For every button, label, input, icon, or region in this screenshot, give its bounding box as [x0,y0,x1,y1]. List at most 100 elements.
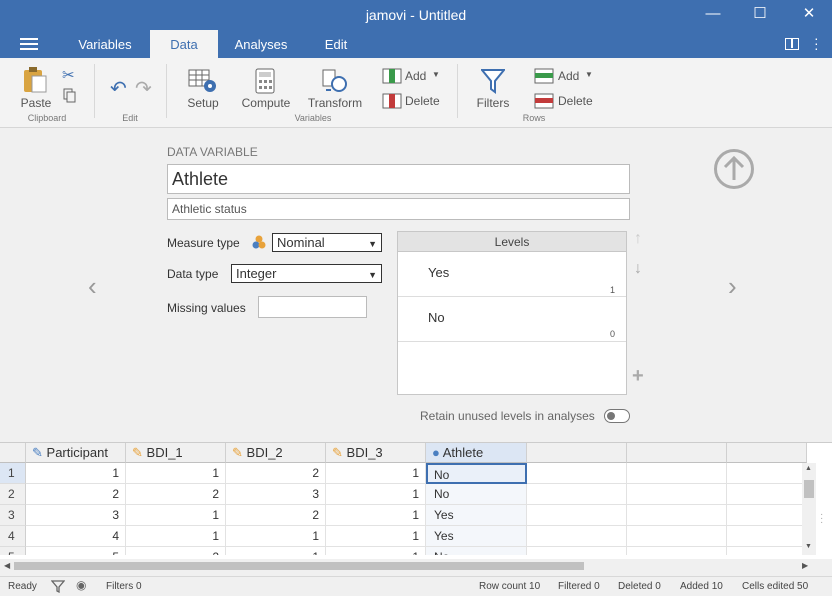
horizontal-scrollbar[interactable]: ◀ ▶ [0,559,816,573]
transform-button[interactable]: Transform [304,68,366,112]
table-cell[interactable]: 2 [226,505,326,526]
variable-description-input[interactable] [167,198,630,220]
table-cell[interactable]: No [426,484,527,505]
table-cell-selected[interactable]: No [426,463,527,484]
column-header-empty[interactable] [627,443,727,463]
maximize-button[interactable]: ☐ [737,0,783,30]
table-cell[interactable] [727,505,807,526]
missing-values-input[interactable] [258,296,367,318]
table-cell[interactable]: 5 [26,547,126,555]
scroll-right-icon[interactable]: ▶ [802,561,808,570]
scroll-left-icon[interactable]: ◀ [4,561,10,570]
table-cell[interactable] [627,547,727,555]
table-cell[interactable] [527,547,627,555]
table-cell[interactable]: 2 [126,484,226,505]
table-cell[interactable]: 2 [126,547,226,555]
table-cell[interactable] [627,526,727,547]
table-row[interactable]: 4 4 1 1 1 Yes [0,526,807,547]
table-cell[interactable]: 1 [326,463,426,484]
column-header-athlete[interactable]: ● Athlete [426,443,527,463]
add-variable-button[interactable]: Add ▼ [380,68,444,86]
table-row[interactable]: 5 5 2 1 1 No [0,547,807,555]
table-cell[interactable]: 1 [226,547,326,555]
table-cell[interactable]: 1 [326,547,426,555]
table-row[interactable]: 1 1 1 2 1 No [0,463,807,484]
table-cell[interactable] [627,463,727,484]
column-header-empty[interactable] [527,443,627,463]
add-row-button[interactable]: Add ▼ [534,68,598,86]
next-variable-icon[interactable]: › [728,271,737,302]
table-cell[interactable]: 1 [326,505,426,526]
table-row[interactable]: 3 3 1 2 1 Yes [0,505,807,526]
level-item[interactable]: Yes 1 [398,253,626,297]
cut-icon[interactable]: ✂ [62,66,75,84]
filters-button[interactable]: Filters [470,68,516,112]
table-cell[interactable]: 1 [126,505,226,526]
scrollbar-thumb[interactable] [14,562,584,570]
table-cell[interactable]: 1 [26,463,126,484]
table-cell[interactable]: 1 [126,526,226,547]
copy-icon[interactable] [63,88,77,103]
table-cell[interactable]: 1 [226,526,326,547]
table-cell[interactable]: 4 [26,526,126,547]
tab-variables[interactable]: Variables [66,30,144,58]
table-cell[interactable]: 1 [326,484,426,505]
hamburger-menu-icon[interactable] [20,38,38,50]
layout-toggle-icon[interactable] [785,38,799,50]
scroll-down-icon[interactable]: ▼ [805,543,812,550]
table-cell[interactable] [727,547,807,555]
tab-analyses[interactable]: Analyses [226,30,296,58]
column-header-bdi-1[interactable]: ✎ BDI_1 [126,443,226,463]
paste-button[interactable]: Paste [14,66,58,112]
table-cell[interactable]: No [426,547,527,555]
compute-button[interactable]: Compute [238,68,294,112]
table-cell[interactable] [627,505,727,526]
variable-name-input[interactable] [167,164,630,194]
undo-icon[interactable]: ↶ [110,76,127,101]
table-cell[interactable]: 2 [226,463,326,484]
move-level-down-icon[interactable]: ↓ [634,260,642,278]
column-header-bdi-3[interactable]: ✎ BDI_3 [326,443,426,463]
column-header-participant[interactable]: ✎ Participant [26,443,126,463]
table-cell[interactable] [527,484,627,505]
table-cell[interactable]: Yes [426,505,527,526]
row-number[interactable]: 3 [0,505,26,526]
table-cell[interactable] [527,463,627,484]
table-cell[interactable]: 3 [26,505,126,526]
move-level-up-icon[interactable]: ↑ [634,230,642,248]
resize-grip-icon[interactable]: · · · [820,510,823,528]
table-cell[interactable] [627,484,727,505]
row-number[interactable]: 1 [0,463,26,484]
tab-data[interactable]: Data [150,30,218,58]
minimize-button[interactable]: — [690,0,736,30]
redo-icon[interactable]: ↷ [135,76,152,101]
table-cell[interactable]: 2 [26,484,126,505]
table-cell[interactable] [727,526,807,547]
vertical-scrollbar[interactable]: ▲ ▼ [802,463,816,555]
measure-type-select[interactable]: Nominal ▼ [272,233,382,252]
table-cell[interactable] [727,463,807,484]
table-cell[interactable]: 1 [326,526,426,547]
row-number[interactable]: 5 [0,547,26,555]
retain-unused-toggle[interactable] [604,409,630,423]
table-row[interactable]: 2 2 2 3 1 No [0,484,807,505]
level-item[interactable]: No 0 [398,298,626,342]
row-number[interactable]: 2 [0,484,26,505]
column-header-bdi-2[interactable]: ✎ BDI_2 [226,443,326,463]
visibility-eye-icon[interactable]: ◉ [76,578,86,592]
setup-button[interactable]: Setup [180,68,226,112]
previous-variable-icon[interactable]: ‹ [88,271,97,302]
data-type-select[interactable]: Integer ▼ [231,264,382,283]
column-header-empty[interactable] [727,443,807,463]
table-cell[interactable]: 3 [226,484,326,505]
table-cell[interactable]: 1 [126,463,226,484]
scroll-up-icon[interactable]: ▲ [805,465,812,472]
more-options-icon[interactable]: · · · [814,31,819,55]
row-number[interactable]: 4 [0,526,26,547]
delete-row-button[interactable]: Delete [534,93,598,111]
table-cell[interactable]: Yes [426,526,527,547]
tab-edit[interactable]: Edit [312,30,360,58]
table-cell[interactable] [527,505,627,526]
collapse-editor-icon[interactable] [714,149,754,189]
table-cell[interactable] [527,526,627,547]
